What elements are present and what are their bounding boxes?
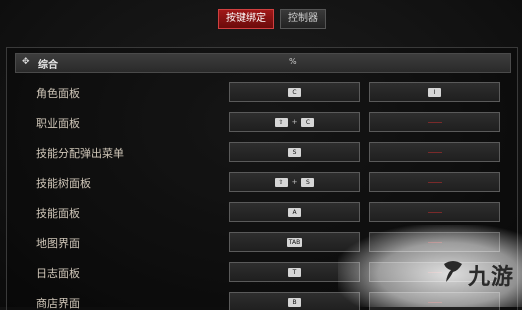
unbound-indicator: [427, 211, 442, 213]
action-label: 技能树面板: [36, 177, 91, 190]
action-label: 职业面板: [36, 117, 80, 130]
secondary-binding-slot[interactable]: [369, 112, 500, 132]
key-cap: S: [301, 177, 315, 187]
key-cap: ⇧: [274, 177, 288, 187]
key-cap: C: [288, 87, 301, 97]
tab-bar: 按键绑定 控制器: [218, 9, 326, 29]
tab-controller[interactable]: 控制器: [280, 9, 326, 29]
secondary-binding-slot[interactable]: [369, 172, 500, 192]
section-title: 综合: [38, 60, 58, 71]
action-label: 技能分配弹出菜单: [36, 147, 124, 160]
key-cap: T: [288, 267, 301, 277]
primary-binding-slot[interactable]: C: [229, 82, 360, 102]
keybinding-row: 技能面板 A: [7, 200, 517, 224]
action-label: 日志面板: [36, 267, 80, 280]
keybinding-row: 技能树面板 ⇧ + S: [7, 170, 517, 194]
primary-binding-slot[interactable]: S: [229, 142, 360, 162]
section-header-mark: %: [289, 57, 297, 66]
key-cap: C: [301, 117, 315, 127]
secondary-binding-slot[interactable]: I: [369, 82, 500, 102]
tab-keybindings[interactable]: 按键绑定: [218, 9, 274, 29]
unbound-indicator: [427, 181, 442, 183]
action-label: 商店界面: [36, 297, 80, 310]
collapse-icon: ✥: [22, 57, 30, 67]
secondary-binding-slot[interactable]: [369, 202, 500, 222]
key-cap: B: [288, 297, 301, 307]
key-cap: S: [288, 147, 301, 157]
secondary-binding-slot[interactable]: [369, 142, 500, 162]
key-cap: ⇧: [274, 117, 288, 127]
keybinding-row: 技能分配弹出菜单 S: [7, 140, 517, 164]
unbound-indicator: [427, 121, 442, 123]
watermark-text: 九游: [468, 265, 515, 290]
action-label: 技能面板: [36, 207, 80, 220]
primary-binding-slot[interactable]: ⇧ + S: [229, 172, 360, 192]
watermark-logo-icon: [444, 261, 462, 282]
action-label: 地图界面: [36, 237, 80, 250]
action-label: 角色面板: [36, 87, 80, 100]
primary-binding-slot[interactable]: A: [229, 202, 360, 222]
key-cap: I: [428, 87, 441, 97]
primary-binding-slot[interactable]: ⇧ + C: [229, 112, 360, 132]
keybinding-row: 职业面板 ⇧ + C: [7, 110, 517, 134]
combo-plus: +: [291, 118, 298, 126]
key-cap: TAB: [286, 237, 303, 247]
keybinding-window: 按键绑定 控制器 ✥ 综合 % 角色面板 C I 职业面板 ⇧ + C 技能分配弹出菜单 S 技能…: [0, 0, 522, 310]
key-cap: A: [288, 207, 301, 217]
section-header-general[interactable]: ✥ 综合 %: [15, 53, 511, 73]
unbound-indicator: [427, 151, 442, 153]
keybinding-row: 角色面板 C I: [7, 80, 517, 104]
combo-plus: +: [291, 178, 298, 186]
